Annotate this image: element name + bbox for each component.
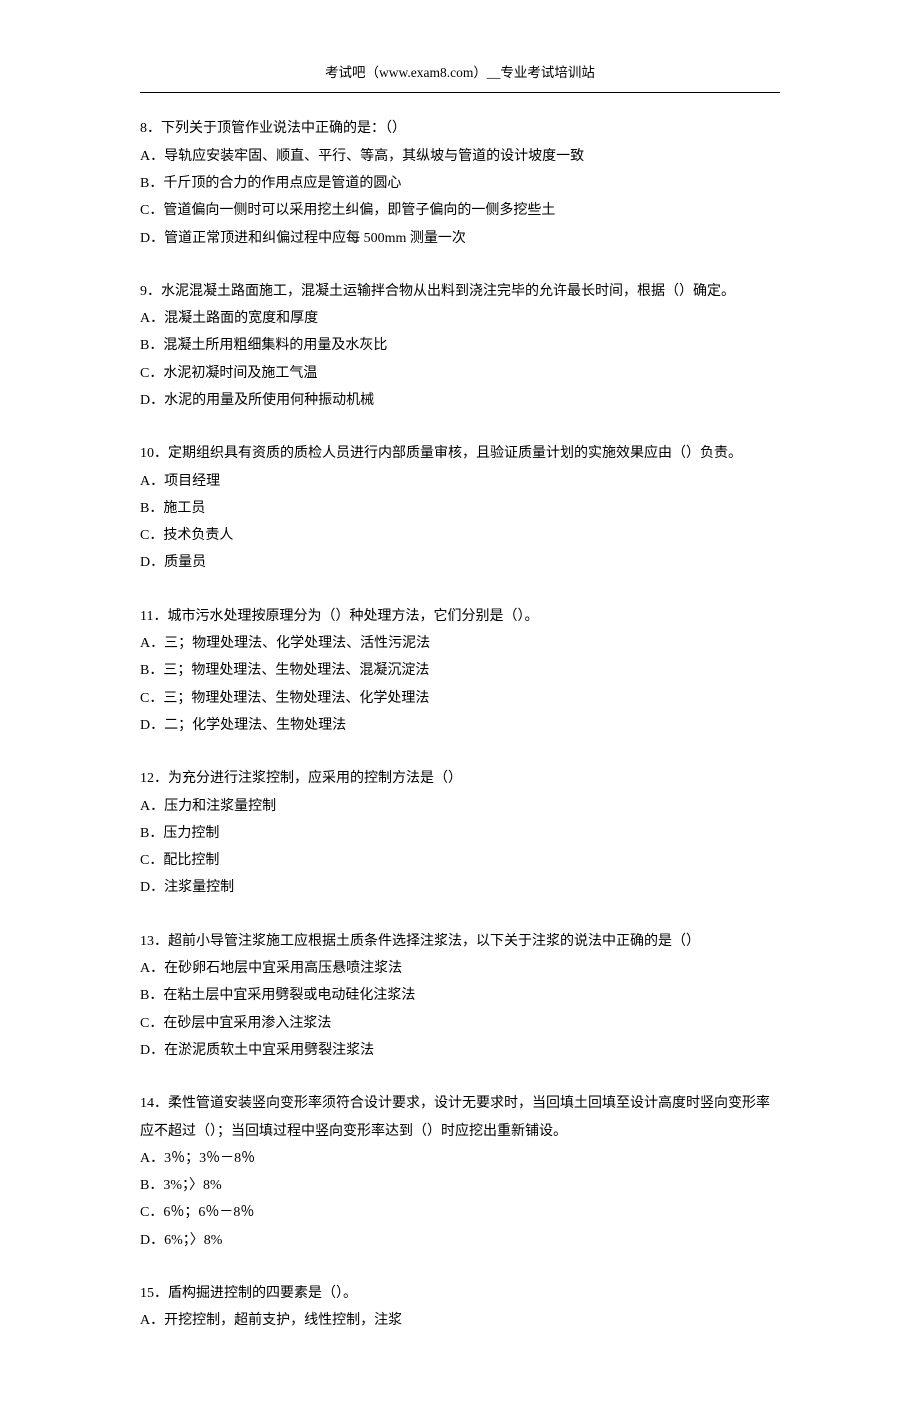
question-option: A．混凝土路面的宽度和厚度 [140, 305, 780, 332]
question-option: D．水泥的用量及所使用何种振动机械 [140, 387, 780, 414]
question-option: D．质量员 [140, 549, 780, 576]
question-option: A．项目经理 [140, 468, 780, 495]
question-block: 14．柔性管道安装竖向变形率须符合设计要求，设计无要求时，当回填土回填至设计高度… [140, 1090, 780, 1254]
question-option: D．管道正常顶进和纠偏过程中应每 500mm 测量一次 [140, 225, 780, 252]
question-stem: 8．下列关于顶管作业说法中正确的是：（） [140, 115, 780, 142]
question-option: A．开挖控制，超前支护，线性控制，注浆 [140, 1307, 780, 1334]
question-block: 8．下列关于顶管作业说法中正确的是：（）A．导轨应安装牢固、顺直、平行、等高，其… [140, 115, 780, 251]
question-option: B．压力控制 [140, 820, 780, 847]
question-block: 15．盾构掘进控制的四要素是（）。A．开挖控制，超前支护，线性控制，注浆 [140, 1280, 780, 1335]
question-block: 9．水泥混凝土路面施工，混凝土运输拌合物从出料到浇注完毕的允许最长时间，根据（）… [140, 278, 780, 414]
question-option: B．千斤顶的合力的作用点应是管道的圆心 [140, 170, 780, 197]
question-option: C．在砂层中宜采用渗入注浆法 [140, 1010, 780, 1037]
page-header: 考试吧（www.exam8.com）__专业考试培训站 [140, 60, 780, 93]
question-stem: 14．柔性管道安装竖向变形率须符合设计要求，设计无要求时，当回填土回填至设计高度… [140, 1090, 780, 1145]
question-option: B．混凝土所用粗细集料的用量及水灰比 [140, 332, 780, 359]
question-stem: 9．水泥混凝土路面施工，混凝土运输拌合物从出料到浇注完毕的允许最长时间，根据（）… [140, 278, 780, 305]
question-stem: 12．为充分进行注浆控制，应采用的控制方法是（） [140, 765, 780, 792]
question-option: C．水泥初凝时间及施工气温 [140, 360, 780, 387]
question-option: D．注浆量控制 [140, 874, 780, 901]
question-block: 12．为充分进行注浆控制，应采用的控制方法是（）A．压力和注浆量控制B．压力控制… [140, 765, 780, 901]
question-block: 13．超前小导管注浆施工应根据土质条件选择注浆法，以下关于注浆的说法中正确的是（… [140, 928, 780, 1064]
question-option: B．三；物理处理法、生物处理法、混凝沉淀法 [140, 657, 780, 684]
question-option: A．3％；3％－8％ [140, 1145, 780, 1172]
question-option: D．6%；〉8% [140, 1227, 780, 1254]
questions-container: 8．下列关于顶管作业说法中正确的是：（）A．导轨应安装牢固、顺直、平行、等高，其… [140, 115, 780, 1334]
question-option: B．在粘土层中宜采用劈裂或电动硅化注浆法 [140, 982, 780, 1009]
question-option: A．在砂卵石地层中宜采用高压悬喷注浆法 [140, 955, 780, 982]
question-stem: 10．定期组织具有资质的质检人员进行内部质量审核，且验证质量计划的实施效果应由（… [140, 440, 780, 467]
question-option: D．二；化学处理法、生物处理法 [140, 712, 780, 739]
question-option: B．施工员 [140, 495, 780, 522]
question-option: C．配比控制 [140, 847, 780, 874]
question-option: D．在淤泥质软土中宜采用劈裂注浆法 [140, 1037, 780, 1064]
question-stem: 15．盾构掘进控制的四要素是（）。 [140, 1280, 780, 1307]
question-option: C．6％；6％－8％ [140, 1199, 780, 1226]
question-option: B．3%；〉8% [140, 1172, 780, 1199]
question-stem: 11．城市污水处理按原理分为（）种处理方法，它们分别是（）。 [140, 603, 780, 630]
question-stem: 13．超前小导管注浆施工应根据土质条件选择注浆法，以下关于注浆的说法中正确的是（… [140, 928, 780, 955]
header-text: 考试吧（www.exam8.com）__专业考试培训站 [325, 65, 595, 80]
question-option: C．管道偏向一侧时可以采用挖土纠偏，即管子偏向的一侧多挖些土 [140, 197, 780, 224]
question-block: 11．城市污水处理按原理分为（）种处理方法，它们分别是（）。A．三；物理处理法、… [140, 603, 780, 739]
question-option: A．导轨应安装牢固、顺直、平行、等高，其纵坡与管道的设计坡度一致 [140, 143, 780, 170]
question-option: C．三；物理处理法、生物处理法、化学处理法 [140, 685, 780, 712]
question-option: C．技术负责人 [140, 522, 780, 549]
question-block: 10．定期组织具有资质的质检人员进行内部质量审核，且验证质量计划的实施效果应由（… [140, 440, 780, 576]
question-option: A．压力和注浆量控制 [140, 793, 780, 820]
question-option: A．三；物理处理法、化学处理法、活性污泥法 [140, 630, 780, 657]
